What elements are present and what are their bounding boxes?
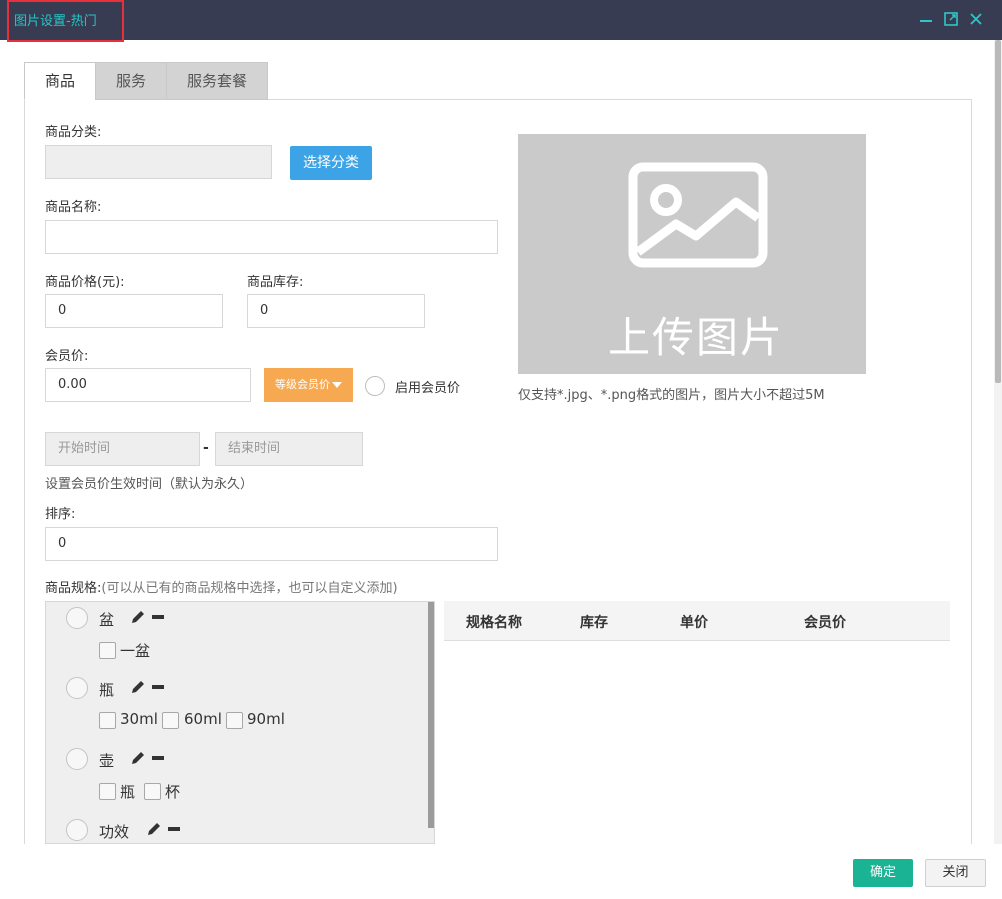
category-label: 商品分类: [45, 125, 102, 140]
minus-icon[interactable] [168, 827, 180, 832]
time-hint: 设置会员价生效时间（默认为永久） [45, 477, 254, 492]
spec-list-scrollbar[interactable] [428, 602, 434, 828]
caret-down-icon [332, 382, 342, 388]
stock-field[interactable]: 0 [247, 294, 425, 328]
spec-option-checkbox[interactable] [226, 712, 243, 729]
enable-member-price-label: 启用会员价 [395, 381, 461, 396]
spec-option-checkbox[interactable] [144, 783, 161, 800]
upload-tip: 仅支持*.jpg、*.png格式的图片，图片大小不超过5M [518, 388, 825, 403]
spec-group-radio[interactable] [66, 748, 88, 770]
maximize-icon[interactable] [943, 11, 959, 27]
minus-icon[interactable] [152, 615, 164, 620]
tab-goods[interactable]: 商品 [24, 62, 96, 100]
name-field[interactable] [45, 220, 498, 254]
window-title: 图片设置-热门 [14, 14, 97, 29]
member-price-label: 会员价: [45, 349, 89, 364]
end-time-field[interactable]: 结束时间 [215, 432, 363, 466]
spec-hint: (可以从已有的商品规格中选择，也可以自定义添加) [101, 581, 398, 596]
spec-option-label: 杯 [165, 783, 181, 801]
close-button[interactable]: 关闭 [925, 859, 986, 887]
level-member-price-button[interactable]: 等级会员价 [264, 368, 353, 402]
start-time-field[interactable]: 开始时间 [45, 432, 200, 466]
spec-option-label: 60ml [184, 710, 222, 728]
name-label: 商品名称: [45, 200, 102, 215]
spec-label: 商品规格: [45, 581, 102, 596]
column-spec-name: 规格名称 [466, 615, 522, 631]
spec-option-label: 90ml [247, 710, 285, 728]
category-field[interactable] [45, 145, 272, 179]
confirm-button[interactable]: 确定 [853, 859, 913, 887]
close-icon[interactable] [968, 11, 984, 27]
window-titlebar [0, 0, 1002, 40]
price-field[interactable]: 0 [45, 294, 223, 328]
spec-group-radio[interactable] [66, 819, 88, 841]
sort-field[interactable]: 0 [45, 527, 498, 561]
level-member-price-label: 等级会员价 [275, 378, 330, 391]
spec-option-label: 30ml [120, 710, 158, 728]
minus-icon[interactable] [152, 685, 164, 690]
spec-group-radio[interactable] [66, 607, 88, 629]
sort-label: 排序: [45, 507, 76, 522]
spec-option-checkbox[interactable] [162, 712, 179, 729]
pencil-icon[interactable] [130, 679, 146, 695]
image-icon [628, 162, 768, 268]
spec-option-checkbox[interactable] [99, 783, 116, 800]
upload-label: 上传图片 [608, 313, 785, 362]
price-label: 商品价格(元): [45, 275, 125, 290]
enable-member-price-radio[interactable] [365, 376, 385, 396]
spec-group-radio[interactable] [66, 677, 88, 699]
spec-group-name: 功效 [99, 823, 130, 841]
spec-group-name: 盆 [99, 611, 115, 629]
tab-service[interactable]: 服务 [95, 62, 167, 100]
stock-label: 商品库存: [247, 275, 304, 290]
member-price-field[interactable]: 0.00 [45, 368, 251, 402]
spec-group-list[interactable]: 盆 一盆 瓶 30ml 60ml 90ml 壶 瓶 杯 功效 [45, 601, 435, 844]
dialog-footer [0, 844, 1002, 899]
column-member-price: 会员价 [804, 615, 846, 631]
time-separator: - [203, 440, 209, 456]
spec-label-row: 商品规格:(可以从已有的商品规格中选择，也可以自定义添加) [45, 577, 398, 596]
minus-icon[interactable] [152, 756, 164, 761]
spec-group-name: 瓶 [99, 681, 115, 699]
spec-option-checkbox[interactable] [99, 712, 116, 729]
choose-category-button[interactable]: 选择分类 [290, 146, 372, 180]
minimize-icon[interactable] [918, 11, 934, 27]
spec-option-checkbox[interactable] [99, 642, 116, 659]
page-scrollbar-thumb[interactable] [995, 40, 1001, 383]
column-stock: 库存 [580, 615, 608, 631]
pencil-icon[interactable] [130, 750, 146, 766]
column-unit-price: 单价 [680, 615, 708, 631]
spec-option-label: 一盆 [120, 642, 151, 660]
spec-group-name: 壶 [99, 752, 115, 770]
spec-option-label: 瓶 [120, 783, 136, 801]
upload-image-area[interactable]: 上传图片 [518, 134, 866, 374]
pencil-icon[interactable] [146, 821, 162, 837]
tab-service-package[interactable]: 服务套餐 [166, 62, 268, 100]
spec-table-header: 规格名称 库存 单价 会员价 [444, 601, 950, 641]
pencil-icon[interactable] [130, 609, 146, 625]
